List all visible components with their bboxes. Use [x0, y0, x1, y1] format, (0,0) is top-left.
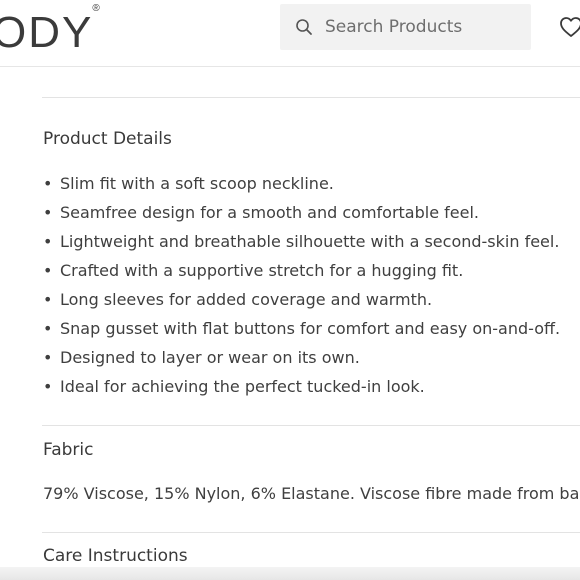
brand-logo[interactable]: ODY® — [0, 3, 103, 58]
list-item: • Slim fit with a soft scoop neckline. — [43, 172, 560, 201]
list-item-text: Snap gusset with flat buttons for comfor… — [60, 319, 561, 338]
bullet-icon: • — [43, 290, 53, 309]
bullet-icon: • — [43, 203, 53, 222]
bullet-icon: • — [43, 319, 53, 338]
section-divider — [42, 97, 580, 98]
site-header: ODY® Search Products — [0, 0, 580, 67]
bullet-icon: • — [43, 377, 53, 396]
bullet-icon: • — [43, 174, 53, 193]
bottom-bar — [0, 567, 580, 580]
list-item-text: Ideal for achieving the perfect tucked-i… — [60, 377, 425, 396]
product-page: ODY® Search Products Product Details • Sl… — [0, 0, 580, 580]
list-item: • Long sleeves for added coverage and war… — [43, 288, 560, 317]
product-details-heading[interactable]: Product Details — [43, 129, 172, 149]
section-divider — [42, 425, 580, 426]
list-item: • Designed to layer or wear on its own. — [43, 346, 560, 375]
bullet-icon: • — [43, 232, 53, 251]
list-item-text: Lightweight and breathable silhouette wi… — [60, 232, 560, 251]
fabric-description: 79% Viscose, 15% Nylon, 6% Elastane. Vis… — [43, 484, 580, 503]
search-input[interactable]: Search Products — [325, 17, 462, 37]
bullet-icon: • — [43, 261, 53, 280]
list-item-text: Slim fit with a soft scoop neckline. — [60, 174, 334, 193]
list-item: • Lightweight and breathable silhouette w… — [43, 230, 560, 259]
search-box[interactable]: Search Products — [280, 4, 531, 50]
list-item-text: Crafted with a supportive stretch for a … — [60, 261, 464, 280]
fabric-heading[interactable]: Fabric — [43, 440, 94, 460]
section-divider — [42, 532, 580, 533]
list-item: • Crafted with a supportive stretch for a… — [43, 259, 560, 288]
product-details-list: • Slim fit with a soft scoop neckline. • S… — [43, 172, 560, 404]
heart-icon[interactable] — [559, 16, 580, 38]
list-item-text: Long sleeves for added coverage and warm… — [60, 290, 433, 309]
list-item: • Seamfree design for a smooth and comfor… — [43, 201, 560, 230]
list-item: • Snap gusset with flat buttons for comfo… — [43, 317, 560, 346]
bullet-icon: • — [43, 348, 53, 367]
list-item: • Ideal for achieving the perfect tucked-… — [43, 375, 560, 404]
logo-text: ODY — [0, 8, 94, 57]
list-item-text: Designed to layer or wear on its own. — [60, 348, 360, 367]
list-item-text: Seamfree design for a smooth and comfort… — [60, 203, 479, 222]
care-instructions-heading[interactable]: Care Instructions — [43, 546, 188, 566]
logo-registered-mark: ® — [92, 3, 102, 15]
search-icon — [296, 19, 312, 35]
